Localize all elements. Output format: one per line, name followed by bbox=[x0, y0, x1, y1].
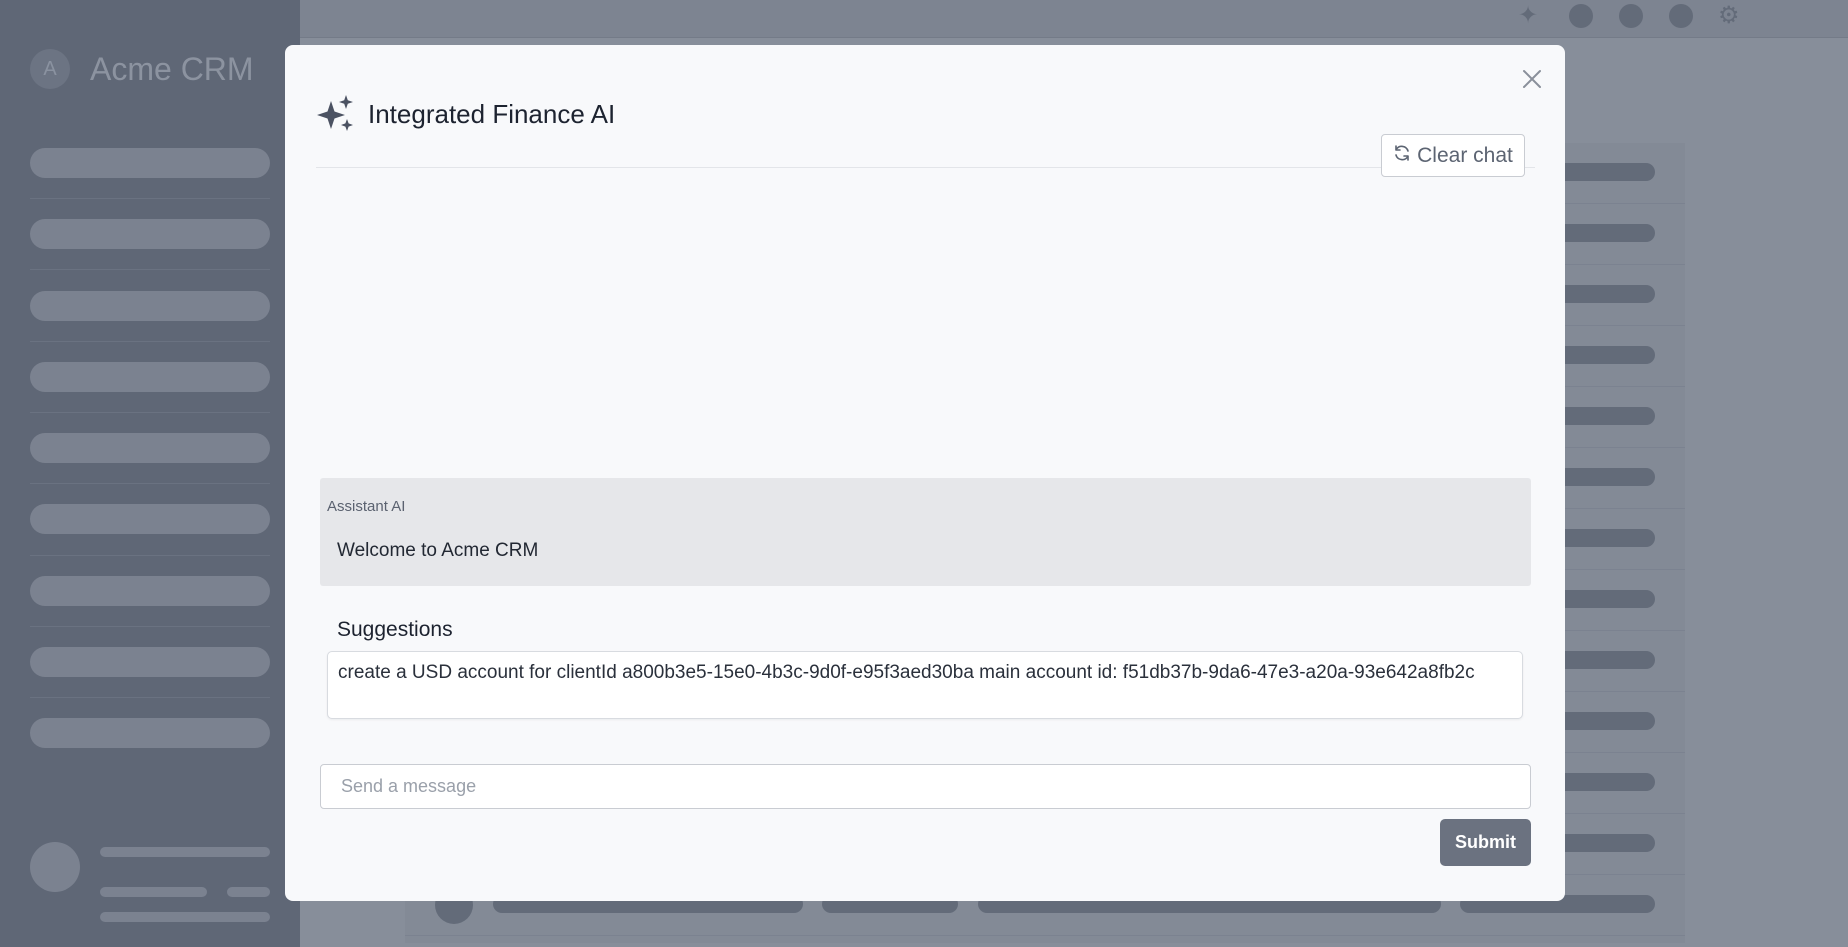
sparkles-icon bbox=[316, 94, 356, 134]
modal-title: Integrated Finance AI bbox=[368, 98, 616, 129]
suggestion-item[interactable]: create a USD account for clientId a800b3… bbox=[327, 651, 1523, 719]
suggestions-heading: Suggestions bbox=[337, 618, 453, 641]
message-input[interactable] bbox=[320, 764, 1531, 809]
user-meta-placeholder bbox=[227, 887, 270, 897]
top-bar: ✦ ⚙ bbox=[300, 0, 1848, 38]
sidebar-divider bbox=[30, 412, 270, 413]
close-icon bbox=[1522, 69, 1542, 94]
sidebar-divider bbox=[30, 198, 270, 199]
user-name-placeholder bbox=[100, 847, 270, 857]
sidebar: A Acme CRM bbox=[0, 0, 300, 947]
close-button[interactable] bbox=[1517, 66, 1547, 96]
sidebar-item-placeholder bbox=[30, 219, 270, 249]
sidebar-item-placeholder bbox=[30, 504, 270, 534]
avatar-icon bbox=[1669, 4, 1693, 28]
sidebar-divider bbox=[30, 697, 270, 698]
modal-header: Integrated Finance AI bbox=[316, 75, 1535, 168]
sidebar-item-placeholder bbox=[30, 576, 270, 606]
clear-chat-label: Clear chat bbox=[1417, 143, 1513, 167]
submit-button[interactable]: Submit bbox=[1440, 819, 1531, 866]
sidebar-divider bbox=[30, 341, 270, 342]
sidebar-item-placeholder bbox=[30, 362, 270, 392]
sidebar-divider bbox=[30, 269, 270, 270]
assistant-label: Assistant AI bbox=[327, 498, 406, 515]
refresh-icon bbox=[1393, 144, 1417, 168]
clear-chat-button[interactable]: Clear chat bbox=[1381, 134, 1525, 177]
sidebar-divider bbox=[30, 483, 270, 484]
assistant-message: Assistant AI Welcome to Acme CRM bbox=[320, 478, 1531, 586]
user-avatar bbox=[30, 842, 80, 892]
ai-chat-modal: Integrated Finance AI Clear chat Assista… bbox=[285, 45, 1565, 901]
gear-icon: ⚙ bbox=[1718, 2, 1740, 29]
sidebar-item-placeholder bbox=[30, 433, 270, 463]
sparkles-icon: ✦ bbox=[1518, 2, 1539, 29]
sidebar-item-placeholder bbox=[30, 647, 270, 677]
user-meta-placeholder bbox=[100, 887, 207, 897]
sidebar-divider bbox=[30, 555, 270, 556]
sidebar-item-placeholder bbox=[30, 291, 270, 321]
sidebar-item-placeholder bbox=[30, 718, 270, 748]
sidebar-item-placeholder bbox=[30, 148, 270, 178]
user-meta-placeholder bbox=[100, 912, 270, 922]
brand: A Acme CRM bbox=[30, 49, 254, 89]
avatar-icon bbox=[1619, 4, 1643, 28]
table-row-divider bbox=[405, 935, 1685, 936]
brand-name: Acme CRM bbox=[90, 50, 254, 87]
avatar-icon bbox=[1569, 4, 1593, 28]
sidebar-divider bbox=[30, 626, 270, 627]
brand-avatar: A bbox=[30, 49, 70, 89]
assistant-message-text: Welcome to Acme CRM bbox=[337, 540, 539, 561]
